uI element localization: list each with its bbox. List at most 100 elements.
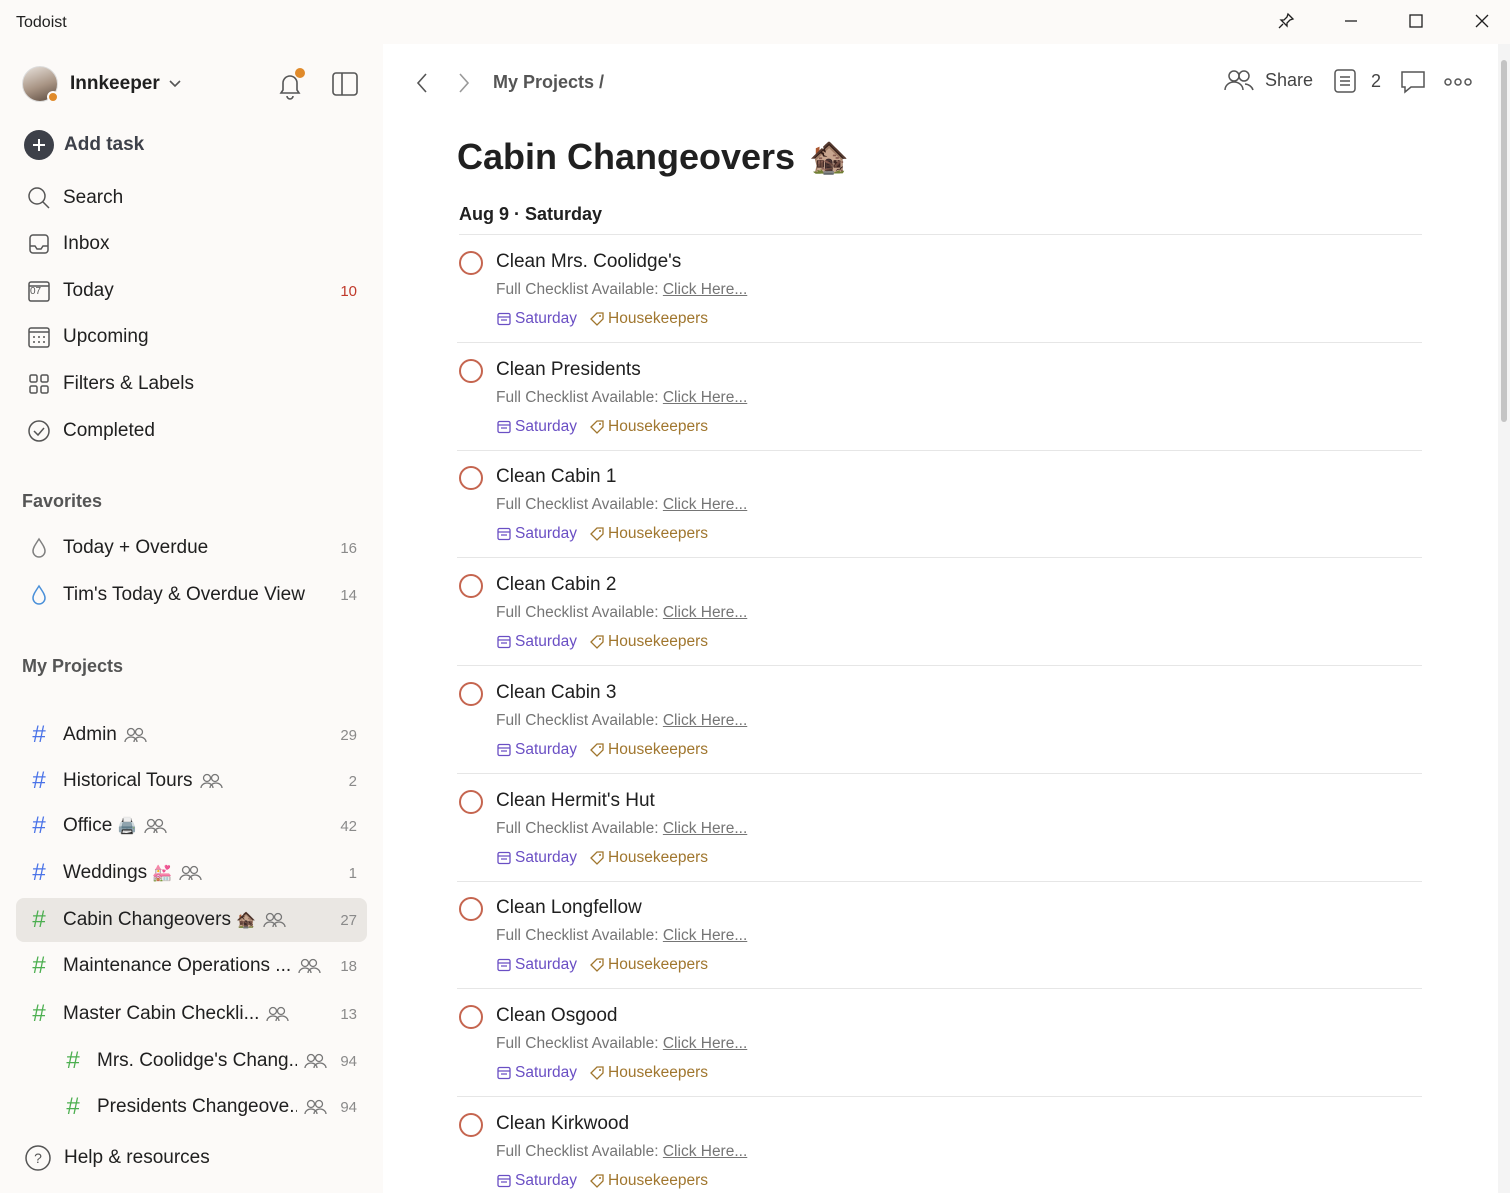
favorite-tims-view[interactable]: Tim's Today & Overdue View 14 (16, 575, 367, 615)
favorite-today-overdue[interactable]: Today + Overdue 16 (16, 528, 367, 568)
comments-button[interactable] (1399, 68, 1427, 101)
due-date-chip[interactable]: Saturday (496, 1172, 577, 1190)
breadcrumb[interactable]: My Projects / (493, 72, 604, 93)
checklist-link[interactable]: Click Here... (663, 712, 747, 729)
task-row[interactable]: Clean Osgood Full Checklist Available: Cl… (457, 989, 1422, 1097)
task-row[interactable]: Clean Kirkwood Full Checklist Available: … (457, 1097, 1422, 1193)
calendar-icon (497, 420, 511, 433)
nav-search[interactable]: Search (16, 178, 367, 218)
task-checkbox[interactable] (459, 251, 483, 275)
task-row[interactable]: Clean Hermit's Hut Full Checklist Availab… (457, 774, 1422, 882)
task-name[interactable]: Clean Mrs. Coolidge's (496, 251, 681, 273)
project-item[interactable]: # Cabin Changeovers 🏚️ 27 (16, 898, 367, 942)
project-item[interactable]: # Weddings 💒 1 (16, 851, 367, 895)
task-row[interactable]: Clean Mrs. Coolidge's Full Checklist Avai… (457, 235, 1422, 343)
due-date-chip[interactable]: Saturday (496, 525, 577, 543)
task-row[interactable]: Clean Cabin 3 Full Checklist Available: C… (457, 666, 1422, 774)
due-date-chip[interactable]: Saturday (496, 849, 577, 867)
task-row[interactable]: Clean Cabin 2 Full Checklist Available: C… (457, 558, 1422, 667)
minimize-button[interactable] (1331, 8, 1371, 34)
view-options-button[interactable]: 2 (1333, 68, 1381, 94)
nav-completed[interactable]: Completed (16, 411, 367, 451)
project-item[interactable]: # Historical Tours 2 (16, 759, 367, 803)
project-item[interactable]: # Office 🖨️ 42 (16, 804, 367, 848)
task-name[interactable]: Clean Cabin 3 (496, 682, 616, 704)
task-checkbox[interactable] (459, 681, 483, 706)
toggle-sidebar-button[interactable] (330, 69, 360, 99)
help-resources-button[interactable]: ? Help & resources (24, 1144, 210, 1172)
task-name[interactable]: Clean Longfellow (496, 897, 642, 919)
more-options-button[interactable] (1443, 70, 1473, 99)
project-count: 29 (340, 726, 357, 744)
task-checkbox[interactable] (459, 574, 483, 599)
task-checkbox[interactable] (459, 897, 483, 922)
checklist-link[interactable]: Click Here... (663, 820, 747, 837)
task-row[interactable]: Clean Cabin 1 Full Checklist Available: C… (457, 450, 1422, 559)
task-checkbox[interactable] (459, 466, 483, 491)
nav-inbox[interactable]: Inbox (16, 224, 367, 264)
project-item[interactable]: # Maintenance Operations ... 18 (16, 944, 367, 988)
scrollbar[interactable] (1498, 44, 1510, 1193)
due-date-chip[interactable]: Saturday (496, 310, 577, 328)
task-checkbox[interactable] (459, 358, 483, 383)
due-date-chip[interactable]: Saturday (496, 956, 577, 974)
checklist-link[interactable]: Click Here... (663, 496, 747, 513)
nav-filters-labels[interactable]: Filters & Labels (16, 364, 367, 404)
app-title: Todoist (16, 14, 67, 31)
label-chip[interactable]: Housekeepers (589, 525, 708, 543)
task-name[interactable]: Clean Cabin 2 (496, 574, 616, 596)
checklist-link[interactable]: Click Here... (663, 1143, 747, 1160)
hash-icon: # (32, 721, 46, 748)
checklist-link[interactable]: Click Here... (663, 389, 747, 406)
label-chip[interactable]: Housekeepers (589, 741, 708, 759)
label-chip[interactable]: Housekeepers (589, 633, 708, 651)
task-row[interactable]: Clean Presidents Full Checklist Available… (457, 343, 1422, 451)
checklist-link[interactable]: Click Here... (663, 927, 747, 944)
scrollbar-thumb[interactable] (1501, 60, 1507, 422)
project-item[interactable]: # Mrs. Coolidge's Chang... 94 (16, 1039, 367, 1083)
user-name: Innkeeper (70, 73, 160, 94)
task-checkbox[interactable] (459, 1004, 483, 1029)
project-item[interactable]: # Presidents Changeove... 94 (16, 1085, 367, 1129)
task-checkbox[interactable] (459, 1112, 483, 1137)
nav-today[interactable]: 07 Today 10 (16, 271, 367, 311)
nav-upcoming[interactable]: Upcoming (16, 317, 367, 357)
close-button[interactable] (1462, 8, 1502, 34)
my-projects-heading[interactable]: My Projects (22, 656, 123, 677)
notifications-button[interactable] (275, 68, 305, 102)
label-chip[interactable]: Housekeepers (589, 956, 708, 974)
favorites-heading[interactable]: Favorites (22, 491, 102, 512)
label-chip[interactable]: Housekeepers (589, 1064, 708, 1082)
label-chip[interactable]: Housekeepers (589, 418, 708, 436)
task-meta: Saturday Housekeepers (496, 418, 708, 436)
maximize-button[interactable] (1396, 8, 1436, 34)
project-item[interactable]: # Admin 29 (16, 713, 367, 757)
due-date-chip[interactable]: Saturday (496, 633, 577, 651)
checklist-link[interactable]: Click Here... (663, 1035, 747, 1052)
task-name[interactable]: Clean Kirkwood (496, 1113, 629, 1135)
forward-button[interactable] (449, 68, 479, 98)
share-button[interactable]: Share (1223, 68, 1313, 92)
task-row[interactable]: Clean Longfellow Full Checklist Available… (457, 881, 1422, 990)
label-chip[interactable]: Housekeepers (589, 849, 708, 867)
user-menu[interactable]: Innkeeper (22, 64, 182, 104)
task-name[interactable]: Clean Hermit's Hut (496, 790, 655, 812)
due-date-chip[interactable]: Saturday (496, 418, 577, 436)
back-button[interactable] (407, 68, 437, 98)
due-date-chip[interactable]: Saturday (496, 741, 577, 759)
page-title[interactable]: Cabin Changeovers 🏚️ (457, 136, 849, 178)
label-chip[interactable]: Housekeepers (589, 310, 708, 328)
task-name[interactable]: Clean Cabin 1 (496, 466, 616, 488)
due-date-label: Saturday (515, 1171, 578, 1189)
task-name[interactable]: Clean Presidents (496, 359, 641, 381)
checklist-link[interactable]: Click Here... (663, 604, 747, 621)
checklist-link[interactable]: Click Here... (663, 281, 747, 298)
project-item[interactable]: # Master Cabin Checkli... 13 (16, 992, 367, 1036)
task-checkbox[interactable] (459, 789, 483, 814)
due-date-chip[interactable]: Saturday (496, 1064, 577, 1082)
label-chip[interactable]: Housekeepers (589, 1172, 708, 1190)
pin-button[interactable] (1266, 8, 1306, 34)
task-name[interactable]: Clean Osgood (496, 1005, 617, 1027)
project-label: Admin (63, 724, 117, 745)
add-task-button[interactable]: Add task (24, 130, 144, 160)
